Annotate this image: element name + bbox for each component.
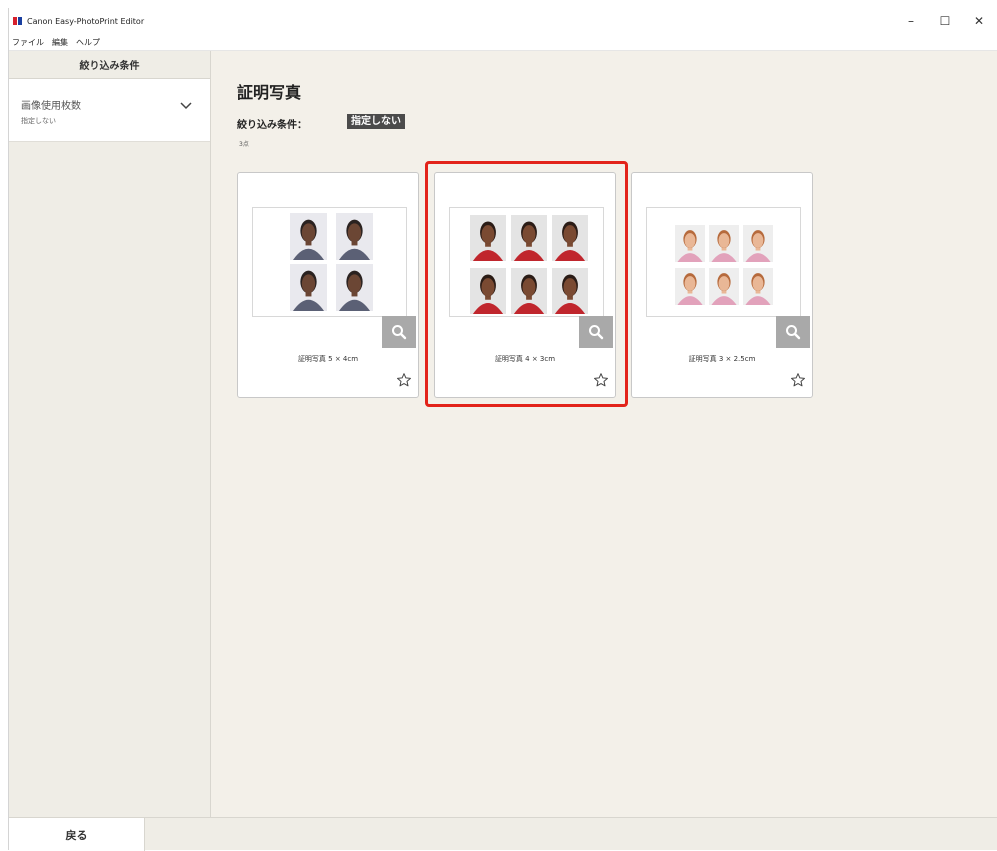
template-area: 証明写真 絞り込み条件： 指定しない 3点 証明写真 5 × 4cm 証明写真 … bbox=[211, 51, 997, 817]
sidebar-header: 絞り込み条件 bbox=[9, 51, 210, 79]
id-photo-preview bbox=[675, 225, 773, 305]
page-title: 証明写真 bbox=[237, 83, 302, 102]
image-count-filter[interactable]: 画像使用枚数 指定しない bbox=[9, 79, 210, 142]
selection-highlight bbox=[425, 161, 628, 407]
zoom-button[interactable] bbox=[382, 316, 416, 348]
filter-value: 指定しない bbox=[21, 117, 56, 125]
zoom-button[interactable] bbox=[776, 316, 810, 348]
app-window: Canon Easy-PhotoPrint Editor – ☐ ✕ ファイル … bbox=[8, 8, 997, 851]
menu-edit[interactable]: 編集 bbox=[49, 37, 73, 48]
close-button[interactable]: ✕ bbox=[962, 8, 996, 34]
bottom-bar: 戻る bbox=[9, 817, 997, 851]
app-logo-icon bbox=[13, 17, 23, 25]
title-bar: Canon Easy-PhotoPrint Editor – ☐ ✕ bbox=[9, 8, 997, 34]
condition-label: 絞り込み条件： bbox=[237, 120, 307, 131]
id-photo-preview bbox=[290, 213, 373, 311]
condition-badge: 指定しない bbox=[347, 114, 405, 129]
menu-help[interactable]: ヘルプ bbox=[73, 37, 105, 48]
search-icon bbox=[786, 325, 801, 340]
chevron-down-icon[interactable] bbox=[179, 100, 193, 112]
window-title: Canon Easy-PhotoPrint Editor bbox=[27, 16, 145, 26]
template-label: 証明写真 5 × 4cm bbox=[297, 355, 359, 363]
filter-title: 画像使用枚数 bbox=[21, 101, 81, 112]
filter-sidebar: 絞り込み条件 画像使用枚数 指定しない bbox=[9, 51, 211, 817]
template-thumbnail bbox=[252, 207, 407, 317]
menu-bar: ファイル 編集 ヘルプ bbox=[9, 34, 997, 51]
result-count: 3点 bbox=[239, 141, 249, 148]
maximize-button[interactable]: ☐ bbox=[928, 8, 962, 34]
search-icon bbox=[392, 325, 407, 340]
template-thumbnail bbox=[646, 207, 801, 317]
star-icon[interactable] bbox=[396, 372, 412, 388]
template-label: 証明写真 3 × 2.5cm bbox=[688, 355, 756, 363]
template-card[interactable]: 証明写真 5 × 4cm bbox=[237, 172, 419, 398]
template-card[interactable]: 証明写真 3 × 2.5cm bbox=[631, 172, 813, 398]
minimize-button[interactable]: – bbox=[894, 8, 928, 34]
star-icon[interactable] bbox=[790, 372, 806, 388]
back-button[interactable]: 戻る bbox=[9, 818, 145, 851]
menu-file[interactable]: ファイル bbox=[9, 37, 49, 48]
